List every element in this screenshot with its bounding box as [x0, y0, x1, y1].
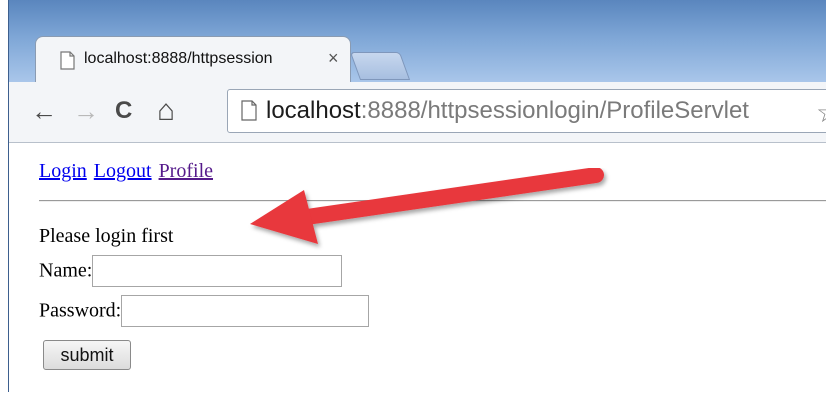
address-bar[interactable]: localhost:8888/httpsessionlogin/ProfileS…	[227, 89, 826, 133]
back-arrow-icon[interactable]: ←	[31, 96, 57, 126]
page-icon	[241, 100, 257, 121]
browser-toolbar: ← → C ⌂ localhost:8888/httpsessionlogin/…	[9, 82, 826, 143]
name-label: Name:	[39, 259, 93, 282]
forward-arrow-icon[interactable]: →	[73, 96, 99, 126]
password-label: Password:	[39, 299, 122, 322]
page-nav: Login Logout Profile	[39, 160, 215, 183]
url-path: :8888/httpsessionlogin/ProfileServlet	[360, 97, 749, 124]
name-row: Name:	[39, 255, 343, 287]
reload-icon[interactable]: C	[115, 96, 132, 126]
password-row: Password:	[39, 295, 370, 327]
divider	[39, 200, 826, 202]
url-host: localhost	[266, 97, 361, 124]
password-input[interactable]	[121, 295, 370, 327]
page-icon	[60, 51, 75, 70]
title-bar: localhost:8888/httpsession ×	[9, 0, 826, 82]
login-link[interactable]: Login	[39, 160, 87, 182]
bookmark-star-icon[interactable]: ☆	[816, 96, 826, 129]
browser-tab[interactable]: localhost:8888/httpsession ×	[35, 36, 351, 82]
url-text[interactable]: localhost:8888/httpsessionlogin/ProfileS…	[266, 97, 749, 125]
tab-title: localhost:8888/httpsession	[84, 50, 273, 67]
submit-button[interactable]: submit	[43, 340, 131, 370]
logout-link[interactable]: Logout	[94, 160, 152, 182]
new-tab-button[interactable]	[349, 52, 411, 80]
page-content: Login Logout Profile Please login first …	[9, 143, 826, 403]
name-input[interactable]	[92, 255, 343, 287]
browser-window: localhost:8888/httpsession × ← → C ⌂ loc…	[8, 0, 826, 403]
home-icon[interactable]: ⌂	[157, 96, 175, 126]
close-tab-icon[interactable]: ×	[328, 48, 339, 69]
login-message: Please login first	[39, 225, 174, 247]
profile-link[interactable]: Profile	[159, 160, 213, 182]
